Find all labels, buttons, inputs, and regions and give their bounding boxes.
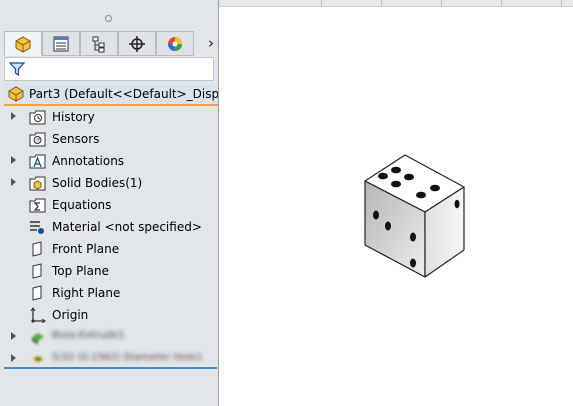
plane-icon <box>32 241 42 257</box>
expand-arrow-icon[interactable] <box>11 178 16 186</box>
tree-item-label: Top Plane <box>52 264 109 278</box>
dice-pip <box>373 210 379 220</box>
dimxpert-icon <box>129 35 145 52</box>
tree-item-label: Annotations <box>52 154 125 168</box>
tree-item-origin[interactable]: Origin <box>0 304 218 326</box>
hole-wizard-icon <box>32 355 44 363</box>
tree-item-equations[interactable]: Equations <box>0 194 218 216</box>
configuration-manager-icon <box>92 36 105 52</box>
dice-pip <box>391 166 401 174</box>
dice-pip <box>378 172 388 180</box>
tree-item-label: Material <not specified> <box>52 220 202 234</box>
dice-pip <box>385 221 391 231</box>
tree-item-label: Sensors <box>52 132 100 146</box>
tree-item-label: 5/32 (0.1562) Diameter Hole1 <box>52 352 203 363</box>
tree-item-label: Front Plane <box>52 242 120 256</box>
feature-manager-panel: › Part3 (Default<<Default>_Display S His… <box>0 0 219 406</box>
tree-item-label: History <box>52 110 95 124</box>
tree-item-label: Origin <box>52 308 89 322</box>
tab-property-manager[interactable] <box>42 31 80 56</box>
tab-feature-manager[interactable] <box>4 31 42 56</box>
boss-extrude-icon <box>32 333 44 345</box>
tree-item-top-plane[interactable]: Top Plane <box>0 260 218 282</box>
tree-bottom-marker <box>4 367 217 369</box>
tree-filter-bar[interactable] <box>4 57 214 81</box>
tree-item-sensors[interactable]: Sensors <box>0 128 218 150</box>
tree-item-label: Solid Bodies(1) <box>52 176 143 190</box>
top-tab[interactable] <box>381 0 442 6</box>
annotations-icon <box>29 154 46 169</box>
grip-dot-icon <box>105 15 112 22</box>
equations-icon <box>29 198 46 213</box>
dice-pip <box>391 180 401 188</box>
dice-pip <box>416 191 426 199</box>
plane-icon <box>32 285 42 301</box>
display-manager-icon <box>168 36 182 51</box>
tree-root-part[interactable]: Part3 (Default<<Default>_Display S <box>4 84 219 106</box>
tree-item-annotations[interactable]: Annotations <box>0 150 218 172</box>
tree-item-front-plane[interactable]: Front Plane <box>0 238 218 260</box>
top-tab[interactable] <box>321 0 382 6</box>
top-tab[interactable] <box>441 0 502 6</box>
tree-root-label: Part3 (Default<<Default>_Display S <box>29 87 219 101</box>
manager-tabs: › <box>4 31 218 57</box>
tree-item-boss-extrude[interactable]: Boss-Extrude1 <box>0 326 218 348</box>
tree-item-label: Boss-Extrude1 <box>52 330 125 341</box>
tree-item-solid-bodies[interactable]: Solid Bodies(1) <box>0 172 218 194</box>
tree-item-history[interactable]: History <box>0 106 218 128</box>
dice-pip <box>454 199 460 209</box>
graphics-viewport[interactable] <box>219 7 573 406</box>
feature-manager-icon <box>15 35 31 53</box>
top-tab[interactable] <box>501 0 562 6</box>
property-manager-icon <box>53 36 69 51</box>
part-icon <box>8 86 24 102</box>
tab-display-manager[interactable] <box>156 31 194 56</box>
filter-icon[interactable] <box>9 61 25 77</box>
dice-pip <box>430 184 440 192</box>
expand-arrow-icon[interactable] <box>11 332 16 340</box>
expand-arrow-icon[interactable] <box>11 112 16 120</box>
solid-bodies-icon <box>29 176 46 191</box>
more-tabs-chevron-icon[interactable]: › <box>208 34 214 52</box>
tab-dimxpert-manager[interactable] <box>118 31 156 56</box>
expand-arrow-icon[interactable] <box>11 156 16 164</box>
origin-icon <box>30 307 46 323</box>
dice-model[interactable] <box>219 7 573 406</box>
sensors-icon <box>29 132 46 147</box>
dice-pip <box>404 173 414 181</box>
plane-icon <box>32 263 42 279</box>
tree-item-label: Equations <box>52 198 112 212</box>
tab-configuration-manager[interactable] <box>80 31 118 56</box>
tree-item-right-plane[interactable]: Right Plane <box>0 282 218 304</box>
tree-item-material[interactable]: Material <not specified> <box>0 216 218 238</box>
tree-item-label: Right Plane <box>52 286 121 300</box>
dice-pip <box>410 232 416 242</box>
panel-grip[interactable] <box>0 8 218 30</box>
history-icon <box>29 110 46 125</box>
dice-pip <box>410 258 416 268</box>
material-icon <box>30 221 44 234</box>
expand-arrow-icon[interactable] <box>11 354 16 362</box>
top-tab[interactable] <box>261 0 322 6</box>
